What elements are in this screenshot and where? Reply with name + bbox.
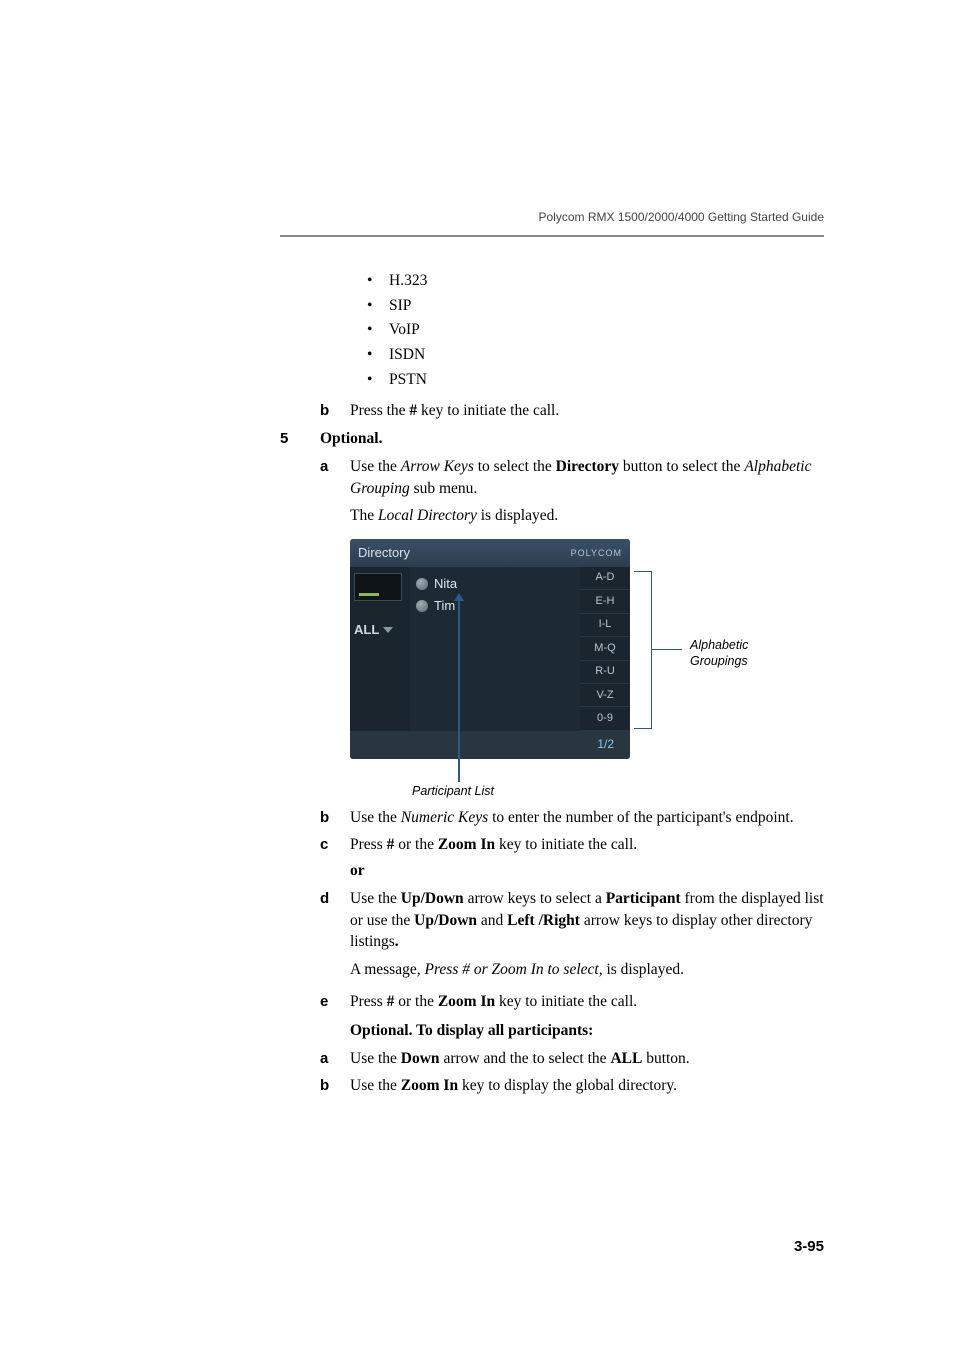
step-text: Use the Arrow Keys to select the Directo… bbox=[350, 456, 824, 499]
step-label: Optional. bbox=[320, 428, 382, 450]
polycom-logo: POLYCOM bbox=[571, 547, 622, 560]
bullet-text: ISDN bbox=[389, 344, 425, 366]
local-dir-text: The Local Directory is displayed. bbox=[350, 505, 824, 527]
or-text: or bbox=[350, 860, 824, 882]
participant-pane: Nita Tim bbox=[410, 567, 580, 731]
alphabet-groups: A-D E-H I-L M-Q R-U V-Z 0-9 bbox=[580, 567, 630, 731]
step-text: Use the Numeric Keys to enter the number… bbox=[350, 807, 824, 829]
callout-arrow bbox=[458, 594, 460, 782]
step-number: 5 bbox=[280, 428, 320, 450]
list-item: •SIP bbox=[365, 295, 824, 317]
list-item[interactable]: Tim bbox=[416, 597, 574, 615]
step-text: Press # or the Zoom In key to initiate t… bbox=[350, 991, 824, 1013]
step-text: Use the Down arrow and the to select the… bbox=[350, 1048, 824, 1070]
optional-heading: Optional. To display all participants: bbox=[350, 1020, 824, 1042]
step-letter: e bbox=[320, 991, 350, 1013]
step-letter: a bbox=[320, 456, 350, 499]
page-header: Polycom RMX 1500/2000/4000 Getting Start… bbox=[538, 210, 824, 224]
callout-label: Participant List bbox=[412, 783, 494, 801]
person-name: Tim bbox=[434, 597, 455, 615]
bullet-text: SIP bbox=[389, 295, 411, 317]
step-5a: a Use the Arrow Keys to select the Direc… bbox=[320, 456, 824, 499]
group-button[interactable]: E-H bbox=[580, 590, 630, 613]
group-button[interactable]: 0-9 bbox=[580, 707, 630, 730]
step-opt-b: b Use the Zoom In key to display the glo… bbox=[320, 1075, 824, 1097]
directory-left-pane: ALL bbox=[350, 567, 410, 731]
page-content: •H.323 •SIP •VoIP •ISDN •PSTN b Press th… bbox=[280, 270, 824, 1101]
step-text: Use the Up/Down arrow keys to select a P… bbox=[350, 888, 824, 953]
step-5c: c Press # or the Zoom In key to initiate… bbox=[320, 834, 824, 856]
page-indicator: 1/2 bbox=[597, 736, 614, 753]
window-title: Directory bbox=[358, 544, 410, 562]
list-item: •PSTN bbox=[365, 369, 824, 391]
bullet-text: H.323 bbox=[389, 270, 427, 292]
step-opt-a: a Use the Down arrow and the to select t… bbox=[320, 1048, 824, 1070]
step-5e: e Press # or the Zoom In key to initiate… bbox=[320, 991, 824, 1013]
group-button[interactable]: A-D bbox=[580, 567, 630, 590]
step-5d: d Use the Up/Down arrow keys to select a… bbox=[320, 888, 824, 953]
step-text: Use the Zoom In key to display the globa… bbox=[350, 1075, 824, 1097]
directory-footer: 1/2 bbox=[350, 731, 630, 759]
list-item: •ISDN bbox=[365, 344, 824, 366]
directory-body: ALL Nita Tim A-D E-H I-L M-Q R-U V-Z 0-9 bbox=[350, 567, 630, 731]
step-text: Press the # key to initiate the call. bbox=[350, 400, 824, 422]
callout-label: AlphabeticGroupings bbox=[690, 637, 748, 670]
list-item: •H.323 bbox=[365, 270, 824, 292]
step-5: 5 Optional. bbox=[280, 428, 824, 450]
group-button[interactable]: I-L bbox=[580, 614, 630, 637]
step-letter: b bbox=[320, 400, 350, 422]
step-letter: c bbox=[320, 834, 350, 856]
protocol-list: •H.323 •SIP •VoIP •ISDN •PSTN bbox=[365, 270, 824, 390]
message-text: A message, Press # or Zoom In to select,… bbox=[350, 959, 824, 981]
page-number: 3-95 bbox=[794, 1238, 824, 1255]
status-icon bbox=[416, 600, 428, 612]
list-item: •VoIP bbox=[365, 319, 824, 341]
directory-window: Directory POLYCOM ALL Nita Tim A-D bbox=[350, 539, 630, 759]
bullet-text: PSTN bbox=[389, 369, 427, 391]
step-letter: d bbox=[320, 888, 350, 953]
status-icon bbox=[416, 578, 428, 590]
all-button[interactable]: ALL bbox=[354, 621, 406, 639]
all-label: ALL bbox=[354, 621, 379, 639]
chevron-down-icon bbox=[383, 627, 393, 633]
header-rule bbox=[280, 235, 824, 237]
group-button[interactable]: M-Q bbox=[580, 637, 630, 660]
step-letter: a bbox=[320, 1048, 350, 1070]
directory-titlebar: Directory POLYCOM bbox=[350, 539, 630, 567]
video-thumbnail[interactable] bbox=[354, 573, 402, 601]
step-letter: b bbox=[320, 807, 350, 829]
directory-screenshot: Directory POLYCOM ALL Nita Tim A-D bbox=[350, 539, 824, 799]
list-item[interactable]: Nita bbox=[416, 575, 574, 593]
step-letter: b bbox=[320, 1075, 350, 1097]
callout-line bbox=[652, 649, 682, 651]
bullet-text: VoIP bbox=[389, 319, 420, 341]
group-button[interactable]: R-U bbox=[580, 661, 630, 684]
person-name: Nita bbox=[434, 575, 457, 593]
step-b: b Press the # key to initiate the call. bbox=[320, 400, 824, 422]
callout-bracket bbox=[634, 571, 652, 729]
step-text: Press # or the Zoom In key to initiate t… bbox=[350, 834, 824, 856]
group-button[interactable]: V-Z bbox=[580, 684, 630, 707]
step-5b: b Use the Numeric Keys to enter the numb… bbox=[320, 807, 824, 829]
